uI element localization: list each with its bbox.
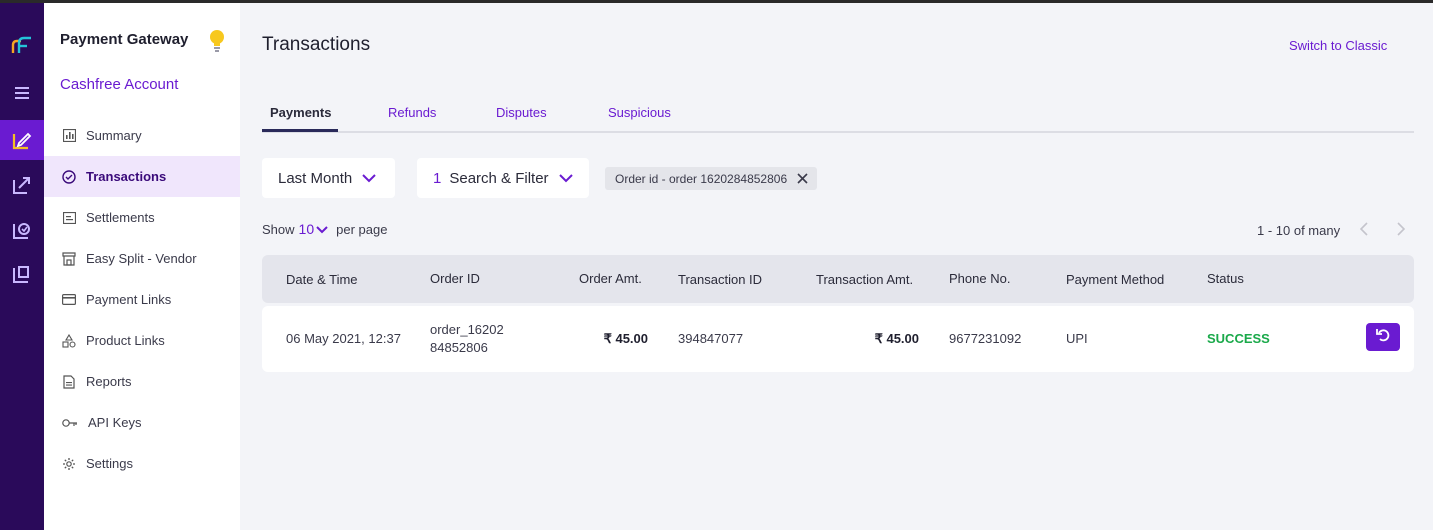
close-icon[interactable] (797, 173, 808, 184)
tab-suspicious[interactable]: Suspicious (608, 105, 671, 120)
menu-icon[interactable] (0, 73, 44, 113)
tab-refunds[interactable]: Refunds (388, 105, 436, 120)
payment-gateway-icon[interactable] (0, 120, 44, 160)
lightbulb-icon[interactable] (208, 29, 226, 58)
payouts-icon[interactable] (0, 165, 44, 205)
sidebar-item-transactions[interactable]: Transactions (44, 156, 240, 197)
sidebar-item-product-links[interactable]: Product Links (44, 320, 240, 361)
transactions-icon (62, 169, 76, 184)
filter-label: Search & Filter (449, 169, 549, 187)
tab-payments[interactable]: Payments (270, 105, 331, 120)
per-page-value[interactable]: 10 (299, 221, 315, 237)
sidebar-item-settlements[interactable]: Settlements (44, 197, 240, 238)
gear-icon (62, 457, 76, 471)
order-amount-cell: ₹ 45.00 (603, 331, 648, 346)
chart-bar-icon (62, 129, 76, 143)
payment-method-cell: UPI (1066, 331, 1088, 346)
column-header: Status (1207, 271, 1244, 286)
sidebar-item-label: Settlements (86, 210, 155, 225)
card-icon (62, 293, 76, 307)
store-icon (62, 251, 76, 266)
chevron-down-icon[interactable] (316, 222, 328, 237)
column-header: Phone No. (949, 271, 1011, 286)
subscriptions-icon[interactable] (0, 254, 44, 294)
chevron-right-icon[interactable] (1397, 222, 1406, 241)
sidebar-item-label: Easy Split - Vendor (86, 251, 197, 266)
account-name[interactable]: Cashfree Account (60, 76, 178, 93)
order-id-cell-line1: order_16202 (430, 322, 504, 337)
sidebar-item-label: API Keys (88, 415, 142, 430)
app-rail (0, 3, 44, 530)
sidebar-item-easy-split[interactable]: Easy Split - Vendor (44, 238, 240, 279)
verification-icon[interactable] (0, 210, 44, 250)
product-title: Payment Gateway (60, 31, 189, 48)
status-badge: SUCCESS (1207, 331, 1270, 346)
date-time-cell: 06 May 2021, 12:37 (286, 331, 401, 346)
filter-chip-label: Order id - order 1620284852806 (615, 171, 788, 186)
sidebar-item-label: Settings (86, 456, 133, 471)
chevron-down-icon (558, 170, 573, 187)
column-header: Payment Method (1066, 272, 1165, 287)
period-dropdown[interactable]: Last Month (262, 158, 395, 198)
sidebar-item-api-keys[interactable]: API Keys (44, 402, 240, 443)
chevron-down-icon (362, 170, 376, 187)
sidebar-item-reports[interactable]: Reports (44, 361, 240, 402)
active-tab-indicator (262, 129, 338, 132)
table-header: Date & Time Order ID Order Amt. Transact… (262, 255, 1414, 303)
per-page-label: per page (336, 221, 388, 237)
sidebar-item-label: Summary (86, 128, 142, 143)
column-header: Transaction ID (678, 272, 763, 287)
switch-to-classic-link[interactable]: Switch to Classic (1289, 38, 1387, 53)
chevron-left-icon[interactable] (1359, 222, 1368, 241)
column-header: Order Amt. (579, 271, 642, 286)
search-filter-dropdown[interactable]: 1 Search & Filter (417, 158, 589, 198)
column-header: Transaction Amt. (816, 272, 914, 287)
tab-bar: Payments Refunds Disputes Suspicious (262, 98, 1414, 133)
filter-count: 1 (433, 169, 442, 187)
sidebar-item-payment-links[interactable]: Payment Links (44, 279, 240, 320)
key-icon (62, 416, 78, 430)
transaction-id-cell: 394847077 (678, 331, 744, 346)
phone-cell: 9677231092 (949, 331, 1022, 346)
order-id-cell-line2: 84852806 (430, 340, 488, 355)
filter-chip: Order id - order 1620284852806 (605, 167, 818, 190)
table-row[interactable]: 06 May 2021, 12:37 order_16202 84852806 … (262, 306, 1414, 372)
page-title: Transactions (262, 34, 371, 55)
sidebar-item-label: Reports (86, 374, 132, 389)
column-header: Order ID (430, 271, 480, 286)
document-icon (62, 374, 76, 389)
column-header: Date & Time (286, 272, 358, 287)
tab-disputes[interactable]: Disputes (496, 105, 547, 120)
transaction-amount-cell: ₹ 45.00 (874, 331, 919, 346)
pagination-range: 1 - 10 of many (1257, 223, 1341, 238)
period-value: Last Month (278, 169, 353, 187)
shapes-icon (62, 333, 76, 348)
per-page-selector: Show 10 per page (262, 221, 387, 237)
undo-icon (1375, 327, 1391, 348)
brand-logo-icon[interactable] (0, 25, 44, 65)
sidebar-item-label: Product Links (86, 333, 165, 348)
sidebar-item-label: Transactions (86, 169, 167, 184)
sidebar: Payment Gateway Cashfree Account Summary… (44, 3, 240, 530)
refund-button[interactable] (1366, 323, 1400, 351)
sidebar-item-settings[interactable]: Settings (44, 443, 240, 484)
sidebar-nav: Summary Transactions Settlements Easy Sp… (44, 115, 240, 484)
sidebar-item-label: Payment Links (86, 292, 172, 307)
sidebar-item-summary[interactable]: Summary (44, 115, 240, 156)
settlements-icon (62, 211, 76, 225)
show-label: Show (262, 221, 295, 237)
